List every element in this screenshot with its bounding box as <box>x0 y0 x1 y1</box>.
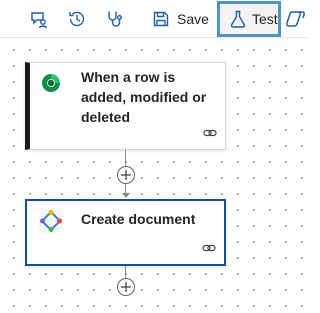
test-button[interactable]: Test <box>217 1 281 37</box>
flow-canvas: When a row is added, modified or deleted <box>0 38 309 313</box>
command-bar: Save Test <box>0 0 309 38</box>
connector-line <box>125 266 126 278</box>
action-title: Create document <box>81 211 196 227</box>
chat-person-icon <box>29 9 49 29</box>
flow-checker-button[interactable] <box>104 7 126 31</box>
save-button[interactable]: Save <box>152 7 209 31</box>
trigger-title: When a row is added, modified or deleted <box>81 69 207 125</box>
chat-button[interactable] <box>28 7 50 31</box>
dataverse-icon <box>39 71 63 100</box>
save-icon <box>152 10 170 28</box>
trigger-card[interactable]: When a row is added, modified or deleted <box>25 62 226 150</box>
insert-step-button[interactable] <box>117 166 135 184</box>
add-step-icon <box>120 281 132 293</box>
document-generation-icon <box>38 208 64 239</box>
add-step-icon <box>120 169 132 181</box>
history-icon <box>67 9 87 29</box>
copilot-button[interactable] <box>285 7 307 31</box>
connector-arrow <box>122 193 130 198</box>
link-icon <box>202 240 216 258</box>
stethoscope-icon <box>105 9 125 29</box>
link-icon <box>203 125 217 143</box>
action-card[interactable]: Create document <box>25 199 226 266</box>
flask-icon <box>230 10 246 28</box>
save-label: Save <box>177 11 209 27</box>
version-history-button[interactable] <box>66 7 88 31</box>
copilot-icon <box>285 9 307 29</box>
test-label: Test <box>252 11 278 27</box>
new-step-button[interactable] <box>117 278 135 296</box>
connector-line <box>125 150 126 166</box>
